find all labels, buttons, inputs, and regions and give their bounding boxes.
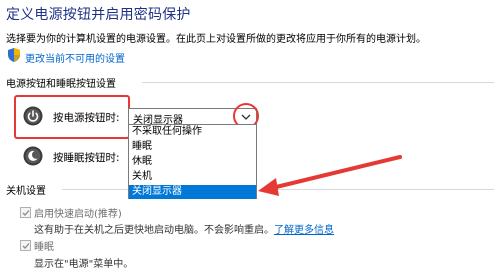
section-divider: [62, 189, 128, 190]
dropdown-option[interactable]: 不采取任何操作: [129, 125, 256, 139]
fast-startup-desc-text: 这有助于在关机之后更快地启动电脑。不会影响重启。: [34, 225, 274, 236]
dropdown-option[interactable]: 休眠: [129, 155, 256, 169]
power-button-label: 按电源按钮时:: [53, 112, 120, 124]
power-section-label: 电源按钮和睡眠按钮设置: [6, 79, 116, 90]
fast-startup-description: 这有助于在关机之后更快地启动电脑。不会影响重启。了解更多信息: [34, 221, 334, 236]
page-description: 选择要为你的计算机设置的电源设置。在此页上对设置所做的更改将应用于你所有的电源计…: [6, 34, 426, 45]
dropdown-option-selected[interactable]: 关闭显示器: [129, 185, 256, 199]
fast-startup-label: 启用快速启动(推荐): [34, 209, 122, 220]
page-title: 定义电源按钮并启用密码保护: [6, 7, 191, 23]
sleep-button-label: 按睡眠按钮时:: [53, 152, 120, 164]
learn-more-link[interactable]: 了解更多信息: [274, 225, 334, 236]
dropdown-option[interactable]: 睡眠: [129, 140, 256, 154]
power-icon: [23, 106, 43, 126]
change-unavailable-settings-link[interactable]: 更改当前不可用的设置: [25, 50, 125, 65]
section-divider: [260, 189, 494, 190]
sleep-option-label: 睡眠: [34, 242, 54, 253]
moon-icon: [23, 146, 43, 166]
sleep-option-description: 显示在"电源"菜单中。: [34, 259, 134, 270]
shield-icon: [8, 48, 20, 62]
power-action-dropdown[interactable]: 不采取任何操作 睡眠 休眠 关机 关闭显示器: [128, 124, 257, 199]
fast-startup-checkbox[interactable]: [20, 207, 31, 218]
check-icon: [22, 242, 29, 249]
sleep-checkbox[interactable]: [20, 240, 31, 251]
shutdown-section-label: 关机设置: [6, 186, 46, 197]
check-icon: [22, 209, 29, 216]
section-divider: [142, 82, 494, 83]
dropdown-option[interactable]: 关机: [129, 170, 256, 184]
